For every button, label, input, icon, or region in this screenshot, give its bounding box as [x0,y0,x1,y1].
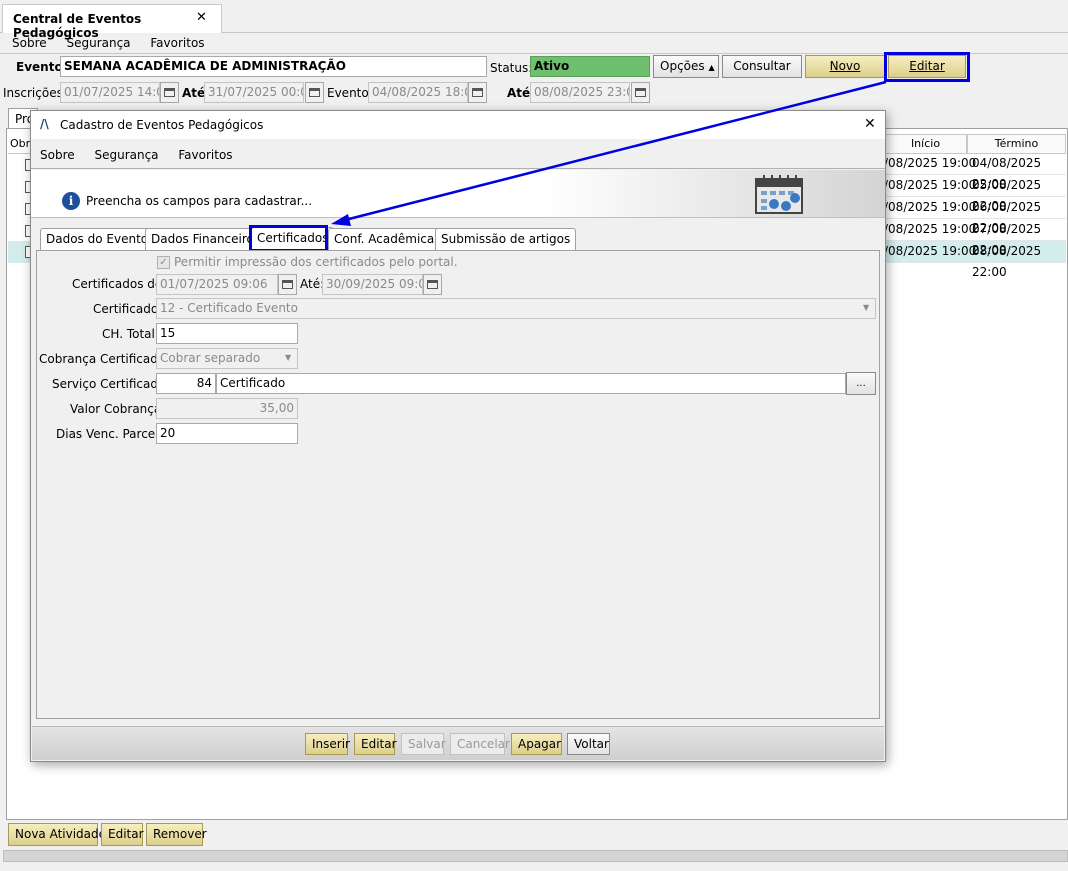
valor-field[interactable]: 35,00 [156,398,298,419]
chevron-down-icon[interactable]: ▼ [863,303,869,312]
calendar-icon[interactable] [468,82,487,103]
cert-de-field[interactable]: 01/07/2025 09:06 [156,274,278,295]
divider [31,168,885,169]
status-label: Status: [490,61,533,75]
permitir-checkbox[interactable]: ✓ [157,256,170,269]
caret-up-icon: ▲ [708,63,715,72]
status-field: Ativo [530,56,650,77]
calendar-icon [755,175,803,214]
table-row[interactable]: /08/2025 19:00 06/08/2025 22:00 [884,197,1066,235]
grid-header-termino[interactable]: Término [967,134,1066,154]
certificado-select[interactable]: 12 - Certificado Evento [156,298,876,319]
cobranca-label: Cobrança Certificado: [39,352,170,366]
dias-field[interactable]: 20 [156,423,298,444]
dialog-titlebar[interactable]: /\ Cadastro de Eventos Pedagógicos ✕ [31,111,885,139]
calendar-icon[interactable] [160,82,179,103]
calendar-icon[interactable] [423,274,442,295]
servico-label: Serviço Certificado: [52,377,170,391]
info-banner: i Preencha os campos para cadastrar... [31,170,885,218]
editar-highlight-box [884,52,970,82]
menu-sobre[interactable]: Sobre [12,36,47,50]
evento-field[interactable]: SEMANA ACADÊMICA DE ADMINISTRAÇÃO [60,56,487,77]
row-termino: 08/08/2025 22:00 [972,244,1042,279]
row-inicio: /08/2025 19:00 [884,200,977,214]
servico-name-field[interactable]: Certificado [216,373,846,394]
dialog-title: Cadastro de Eventos Pedagógicos [60,118,264,132]
menu-seguranca[interactable]: Segurança [94,148,158,162]
menu-favoritos[interactable]: Favoritos [178,148,232,162]
table-row[interactable]: /08/2025 19:00 05/08/2025 22:00 [884,175,1066,213]
certificado-label: Certificado: [93,302,163,316]
grid-header-inicio[interactable]: Início [884,134,967,154]
inscricoes-label: Inscrições: [3,86,67,100]
certificados-highlight-box [249,225,328,252]
tab-dados-evento[interactable]: Dados do Evento [40,228,155,250]
servico-code-field[interactable]: 84 [156,373,216,394]
inserir-button[interactable]: Inserir [305,733,350,755]
opcoes-button[interactable]: Opções ▲ [653,55,719,78]
tab-dados-financeiros[interactable]: Dados Financeiros [145,228,267,250]
menu-favoritos[interactable]: Favoritos [150,36,204,50]
cert-ate-label: Até: [300,277,325,291]
remover-button[interactable]: Remover [146,823,207,846]
ch-total-field[interactable]: 15 [156,323,298,344]
dialog-menubar: Sobre Segurança Favoritos [40,148,249,162]
evento-data-label: Evento: [327,86,373,100]
horizontal-scrollbar[interactable] [3,850,1068,862]
col-termino-label: Término [994,137,1039,150]
cert-ate-field[interactable]: 30/09/2025 09:06 [322,274,423,295]
novo-button[interactable]: Novo [805,55,885,78]
chevron-down-icon[interactable]: ▼ [285,353,291,362]
table-row[interactable]: /08/2025 19:00 08/08/2025 22:00 [884,241,1066,279]
evento-inicio-field[interactable]: 04/08/2025 18:00 [368,82,468,103]
editar-atividade-button[interactable]: Editar [101,823,144,846]
calendar-icon[interactable] [278,274,297,295]
main-tab[interactable]: Central de Eventos Pedagógicos ✕ [2,4,222,40]
cobranca-select[interactable]: Cobrar separado [156,348,298,369]
voltar-button[interactable]: Voltar [567,733,610,755]
tab-submissao-artigos[interactable]: Submissão de artigos [435,228,577,250]
close-icon[interactable]: ✕ [864,116,876,132]
table-row[interactable]: /08/2025 19:00 07/08/2025 22:00 [884,219,1066,257]
dialog-tabstrip: Dados do Evento Dados Financeiros Certif… [38,227,880,250]
cancelar-button[interactable]: Cancelar [450,733,510,755]
calendar-icon[interactable] [631,82,650,103]
table-row[interactable]: /08/2025 19:00 04/08/2025 22:00 [884,153,1066,191]
permitir-label: Permitir impressão dos certificados pelo… [174,255,458,269]
editar-dialog-button[interactable]: Editar [354,733,397,755]
opcoes-label: Opções [660,59,705,73]
apagar-button[interactable]: Apagar [511,733,562,755]
close-icon[interactable]: ✕ [196,10,207,25]
salvar-button[interactable]: Salvar [401,733,446,755]
valor-label: Valor Cobrança: [70,402,166,416]
evento-fim-field[interactable]: 08/08/2025 23:00 [530,82,630,103]
calendar-icon[interactable] [305,82,324,103]
nova-atividade-button[interactable]: Nova Atividade [8,823,106,846]
info-icon: i [62,192,80,210]
cert-de-label: Certificados de: [72,277,167,291]
inscricoes-fim-field[interactable]: 31/07/2025 00:00 [204,82,304,103]
consultar-button[interactable]: Consultar [722,55,802,78]
dias-label: Dias Venc. Parcela: [56,427,170,441]
app-logo-icon: /\ [40,117,49,131]
row-inicio: /08/2025 19:00 [884,244,977,258]
main-menubar: Sobre Segurança Favoritos [12,36,221,50]
inscricoes-inicio-field[interactable]: 01/07/2025 14:01 [60,82,160,103]
tab-conf-academicas[interactable]: Conf. Acadêmicas [328,228,447,250]
menu-sobre[interactable]: Sobre [40,148,75,162]
ch-total-label: CH. Total: [102,327,159,341]
col-inicio-label: Início [910,137,941,150]
menu-seguranca[interactable]: Segurança [66,36,130,50]
certificados-panel [36,250,880,719]
row-inicio: /08/2025 19:00 [884,178,977,192]
servico-lookup-button[interactable]: ... [846,372,876,395]
row-inicio: /08/2025 19:00 [884,156,977,170]
info-text: Preencha os campos para cadastrar... [86,194,313,208]
row-inicio: /08/2025 19:00 [884,222,977,236]
